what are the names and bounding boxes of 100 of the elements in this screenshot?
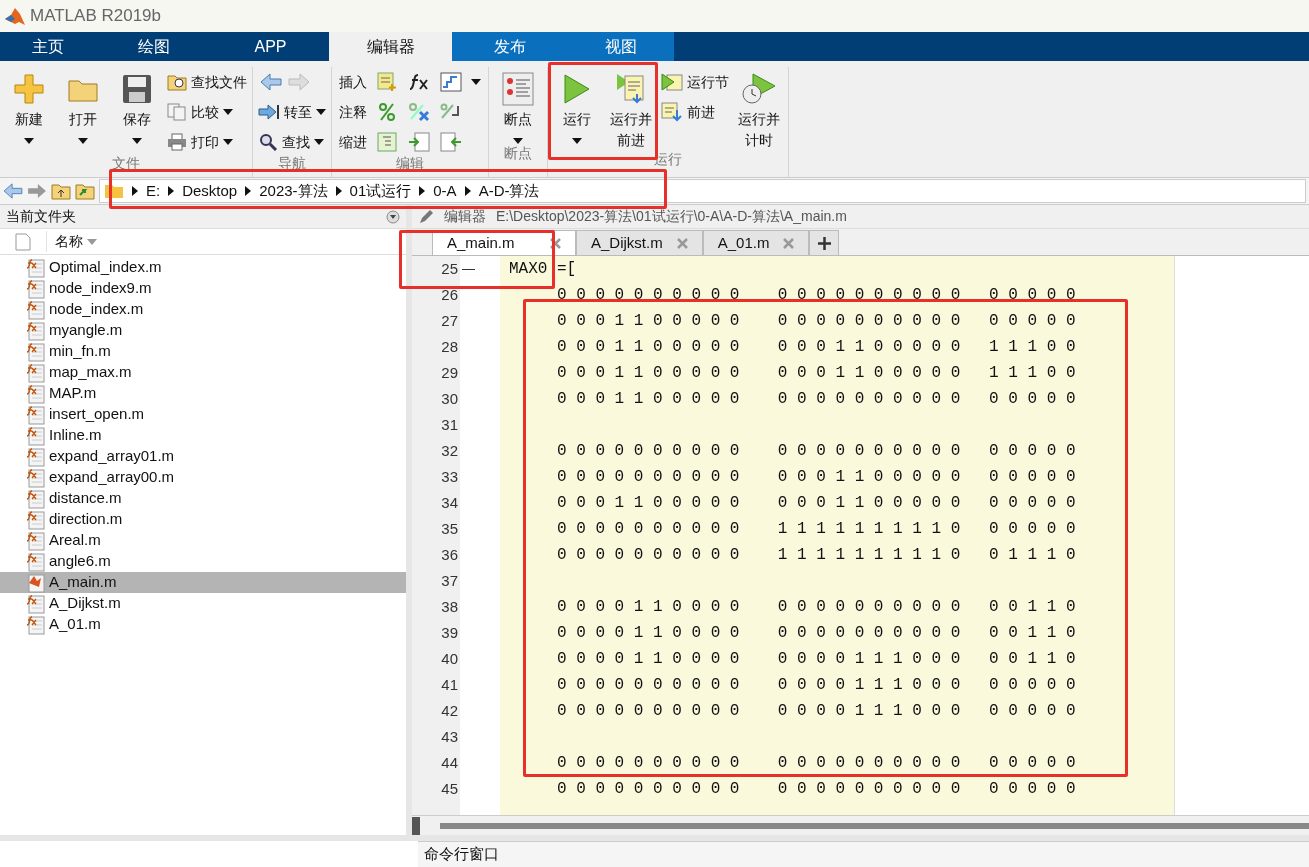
close-icon[interactable] [783,237,795,249]
file-row[interactable]: expand_array00.m [0,467,406,488]
function-file-icon [26,446,46,467]
path-segment[interactable]: 2023-算法 [259,179,328,203]
search-icon [258,133,278,151]
file-row[interactable]: myangle.m [0,320,406,341]
code-line: 0 0 0 1 1 0 0 0 0 0 0 0 0 1 1 0 0 0 0 0 1 1 1 0 0 [556,363,1076,384]
forward-arrow-icon[interactable] [27,183,47,199]
function-file-icon [26,509,46,530]
back-arrow-icon[interactable] [3,183,23,199]
code-line: 0 0 0 1 1 0 0 0 0 0 0 0 0 1 1 0 0 0 0 0 1 1 1 0 0 [556,337,1076,358]
function-file-icon [26,404,46,425]
panel-title: 编辑器 [444,207,486,226]
file-path: E:\Desktop\2023-算法\01试运行\0-A\A-D-算法\A_main.m [496,207,847,226]
chevron-right-icon [245,186,252,196]
code-line: 0 0 0 0 1 1 0 0 0 0 0 0 0 0 0 0 0 0 0 0 0 0 1 1 0 [556,597,1076,618]
scrollbar-handle[interactable] [412,816,420,835]
stopwatch-play-icon [741,72,777,106]
path-segment[interactable]: E: [146,179,161,203]
breakpoint-list-icon [502,72,534,106]
function-file-icon [26,278,46,299]
caret-icon [572,138,582,144]
close-icon[interactable] [676,237,688,249]
line-number: 34 [441,492,458,513]
file-row[interactable]: expand_array01.m [0,446,406,467]
line-number: 43 [441,726,458,747]
panel-title: 命令行窗口 [424,844,499,865]
run-section-icon [661,72,683,92]
ribbon-button[interactable]: 运行并 前进 [605,67,657,151]
ribbon-tab[interactable]: 编辑器 [329,32,452,61]
file-row[interactable]: A_main.m [0,572,406,593]
ribbon-button[interactable]: 缩进 [339,129,481,155]
line-number: 41 [441,674,458,695]
line-number: 30 [441,388,458,409]
ribbon-button[interactable]: 查找文件 [167,69,247,95]
ribbon-button[interactable]: 运行并 计时 [733,67,785,151]
horizontal-scrollbar[interactable] [440,822,1309,829]
path-segment[interactable]: Desktop [182,179,238,203]
file-row[interactable]: Inline.m [0,425,406,446]
ribbon-tab[interactable]: 发布 [452,32,567,61]
document-icon [15,232,31,251]
panel-menu-icon[interactable] [386,209,400,224]
folder-up-icon[interactable] [51,182,71,200]
path-segment[interactable]: A-D-算法 [478,179,540,203]
file-row[interactable]: A_01.m [0,614,406,635]
function-file-icon [26,383,46,404]
ribbon-button[interactable]: 插入 [339,69,481,95]
code-line: 0 0 0 0 0 0 0 0 0 0 0 0 0 0 0 0 0 0 0 0 0 0 0 0 0 [556,753,1076,774]
path-segment[interactable]: 01试运行 [349,179,412,203]
app-logo-icon [4,6,26,26]
file-row[interactable]: Areal.m [0,530,406,551]
code-line: MAX0 =[ [509,259,577,280]
ribbon-button[interactable]: 新建 [3,67,55,155]
path-segment[interactable]: 0-A [433,179,457,203]
ribbon-button[interactable]: 断点 [492,67,544,145]
ribbon-button[interactable]: 保存 [111,67,163,155]
file-row[interactable]: A_Dijkst.m [0,593,406,614]
caret-icon [132,138,142,144]
editor-tab[interactable]: A_Dijkst.m [576,230,703,255]
breakpoint-marker[interactable]: — [462,259,475,279]
close-icon[interactable] [550,237,561,249]
file-row[interactable]: node_index9.m [0,278,406,299]
file-row[interactable]: MAP.m [0,383,406,404]
chevron-right-icon [132,186,138,196]
function-browser-icon [440,72,462,92]
file-row[interactable]: insert_open.m [0,404,406,425]
browse-folder-icon[interactable] [75,182,95,200]
code-line: 0 0 0 0 0 0 0 0 0 0 0 0 0 0 0 0 0 0 0 0 0 0 0 0 0 [556,441,1076,462]
ribbon-button[interactable]: 比较 [167,99,247,125]
panel-title: 当前文件夹 [6,207,76,226]
file-row[interactable]: angle6.m [0,551,406,572]
ribbon-button[interactable]: 转至 [258,99,326,125]
ribbon-button[interactable]: 前进 [661,99,729,125]
ribbon-button[interactable]: 打印 [167,129,247,155]
line-number: 26 [441,284,458,305]
ribbon-button[interactable]: 注释 [339,99,481,125]
file-row[interactable]: Optimal_index.m [0,257,406,278]
ribbon-button[interactable]: 打开 [57,67,109,155]
file-row[interactable]: min_fn.m [0,341,406,362]
line-number: 38 [441,596,458,617]
code-line: 0 0 0 1 1 0 0 0 0 0 0 0 0 1 1 0 0 0 0 0 0 0 0 0 0 [556,493,1076,514]
file-row[interactable]: map_max.m [0,362,406,383]
ribbon-button[interactable]: 查找 [258,129,326,155]
file-row[interactable]: direction.m [0,509,406,530]
back-arrow-icon[interactable] [260,73,282,91]
function-file-icon [26,257,46,278]
code-line: 0 0 0 0 0 0 0 0 0 0 0 0 0 0 1 1 1 0 0 0 0 0 0 0 0 [556,675,1076,696]
editor-tab[interactable]: A_01.m [702,230,810,255]
ribbon-button[interactable]: 运行节 [661,69,729,95]
add-tab-button[interactable] [809,230,840,255]
file-row[interactable]: node_index.m [0,299,406,320]
ribbon-tab[interactable]: 视图 [567,32,674,61]
caret-icon [513,138,523,144]
file-row[interactable]: distance.m [0,488,406,509]
function-file-icon [26,614,46,635]
ribbon-button[interactable]: 运行 [551,67,603,151]
line-number: 39 [441,622,458,643]
code-line: 0 0 0 1 1 0 0 0 0 0 0 0 0 0 0 0 0 0 0 0 0 0 0 0 0 [556,311,1076,332]
column-header[interactable]: 名称 [0,229,406,255]
address-field[interactable]: E: Desktop 2023-算法 01试运行 0-A A-D-算法 [99,179,1306,203]
